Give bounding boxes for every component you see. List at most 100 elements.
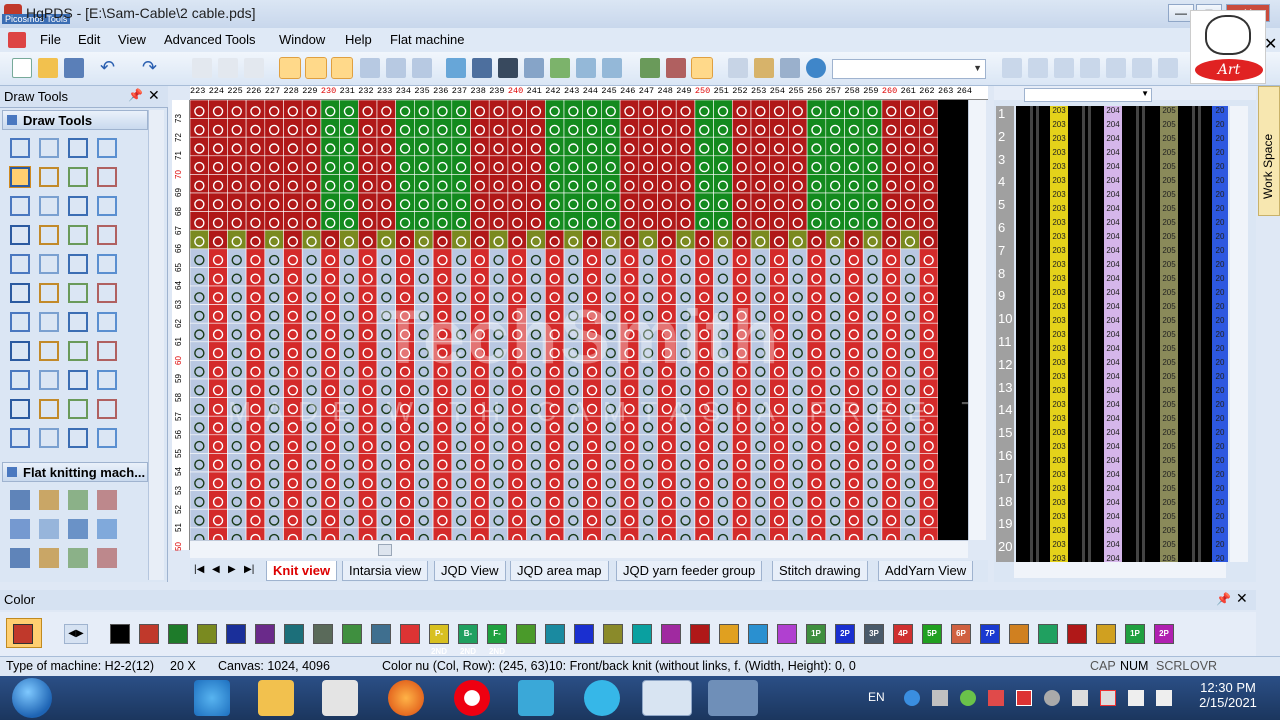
color-swatch[interactable] bbox=[632, 624, 652, 644]
draw-tool-icon[interactable] bbox=[39, 370, 59, 390]
draw-tool-icon[interactable] bbox=[68, 283, 88, 303]
knit-tool-icon[interactable] bbox=[68, 490, 88, 510]
draw-tool-icon[interactable] bbox=[68, 428, 88, 448]
color-swatch[interactable] bbox=[284, 624, 304, 644]
color-swatch[interactable]: 3P bbox=[864, 624, 884, 644]
draw-tool-icon[interactable] bbox=[10, 196, 30, 216]
language-indicator[interactable]: EN bbox=[868, 690, 885, 704]
tab-intarsia-view[interactable]: Intarsia view bbox=[342, 561, 429, 581]
canvas-vertical-scrollbar[interactable] bbox=[968, 100, 986, 540]
yarn-column[interactable]: 205 205 205 205 205 205 205 205 205 205 205 205 205 2… bbox=[1160, 106, 1178, 562]
current-color[interactable] bbox=[6, 618, 42, 648]
color-close-icon[interactable]: ✕ bbox=[1236, 590, 1248, 607]
draw-tool-icon[interactable] bbox=[68, 225, 88, 245]
color-swatch[interactable]: 1P bbox=[806, 624, 826, 644]
hqpds-task-icon[interactable] bbox=[642, 680, 692, 716]
tray-app-icon[interactable] bbox=[1072, 690, 1088, 706]
draw-tool-icon[interactable] bbox=[10, 341, 30, 361]
toolbar-combo[interactable] bbox=[832, 59, 986, 79]
paste-icon[interactable] bbox=[244, 58, 264, 78]
knit-tool-icon[interactable] bbox=[39, 519, 59, 539]
draw-tool-icon[interactable] bbox=[39, 312, 59, 332]
menu-flat-machine[interactable]: Flat machine bbox=[390, 32, 464, 47]
tab-jqd-view[interactable]: JQD View bbox=[434, 561, 506, 581]
chart-icon[interactable] bbox=[550, 58, 570, 78]
draw-tool-icon[interactable] bbox=[39, 283, 59, 303]
knit-tool-icon[interactable] bbox=[97, 548, 117, 568]
color-swatch[interactable] bbox=[603, 624, 623, 644]
tab-jqd-area-map[interactable]: JQD area map bbox=[510, 561, 609, 581]
draw-tool-icon[interactable] bbox=[68, 312, 88, 332]
carriage-icon[interactable] bbox=[602, 58, 622, 78]
document-icon[interactable] bbox=[8, 32, 26, 48]
knit-tool-icon[interactable] bbox=[97, 490, 117, 510]
width-icon[interactable] bbox=[1028, 58, 1048, 78]
color-swatch[interactable] bbox=[1096, 624, 1116, 644]
color-swatch[interactable]: 5P bbox=[922, 624, 942, 644]
panel-close-icon[interactable]: ✕ bbox=[148, 87, 160, 104]
group-draw-tools[interactable]: Draw Tools bbox=[2, 110, 148, 130]
open-folder-icon[interactable] bbox=[38, 58, 58, 78]
ie-icon[interactable] bbox=[194, 680, 230, 716]
color-swatch[interactable] bbox=[342, 624, 362, 644]
knit-tool-icon[interactable] bbox=[68, 548, 88, 568]
draw-tool-icon[interactable] bbox=[97, 370, 117, 390]
app-icon[interactable] bbox=[584, 680, 620, 716]
tray-app-icon[interactable] bbox=[960, 690, 976, 706]
adjust-icon[interactable] bbox=[1080, 58, 1100, 78]
color-swatch[interactable] bbox=[719, 624, 739, 644]
color-swatch[interactable] bbox=[574, 624, 594, 644]
h-tool-icon[interactable] bbox=[498, 58, 518, 78]
color-swatch[interactable]: 4P bbox=[893, 624, 913, 644]
camera-icon[interactable] bbox=[708, 680, 758, 716]
draw-tool-icon[interactable] bbox=[10, 254, 30, 274]
transfer-icon[interactable] bbox=[1132, 58, 1152, 78]
draw-tool-icon[interactable] bbox=[97, 428, 117, 448]
group-flat-knitting[interactable]: Flat knitting mach... bbox=[2, 462, 148, 482]
volume-icon[interactable] bbox=[932, 690, 948, 706]
draw-tool-icon[interactable] bbox=[68, 370, 88, 390]
yarn-column[interactable]: 204 204 204 204 204 204 204 204 204 204 204 204 204 2… bbox=[1104, 106, 1122, 562]
yarn-panel-combo[interactable] bbox=[1024, 88, 1152, 102]
draw-tool-icon[interactable] bbox=[39, 341, 59, 361]
draw-tool-icon[interactable] bbox=[9, 166, 31, 188]
list-icon[interactable] bbox=[728, 58, 748, 78]
tab-addyarn-view[interactable]: AddYarn View bbox=[878, 561, 974, 581]
move-icon[interactable] bbox=[360, 58, 380, 78]
draw-tool-icon[interactable] bbox=[97, 138, 117, 158]
knit-tool-icon[interactable] bbox=[10, 490, 30, 510]
new-file-icon[interactable] bbox=[12, 58, 32, 78]
globe-icon[interactable] bbox=[806, 58, 826, 78]
draw-tool-icon[interactable] bbox=[39, 167, 59, 187]
color-swatch[interactable] bbox=[748, 624, 768, 644]
speaker-icon[interactable] bbox=[1156, 690, 1172, 706]
pin-icon[interactable]: 📌 bbox=[1216, 592, 1231, 606]
menu-help[interactable]: Help bbox=[345, 32, 372, 47]
menu-advanced-tools[interactable]: Advanced Tools bbox=[164, 32, 256, 47]
draw-tool-icon[interactable] bbox=[39, 428, 59, 448]
yarn-horizontal-scrollbar[interactable] bbox=[1014, 562, 1226, 578]
clock[interactable]: 12:30 PM 2/15/2021 bbox=[1190, 680, 1266, 710]
tray-app-icon[interactable] bbox=[1044, 690, 1060, 706]
gear-icon[interactable] bbox=[446, 58, 466, 78]
media-player-icon[interactable] bbox=[322, 680, 358, 716]
info-icon[interactable] bbox=[305, 57, 327, 79]
draw-tool-icon[interactable] bbox=[68, 196, 88, 216]
draw-tool-icon[interactable] bbox=[97, 399, 117, 419]
color-swatch[interactable]: 1P bbox=[1125, 624, 1145, 644]
yarn-column[interactable]: 20 20 20 20 20 20 20 20 20 20 20 20 20 20 20 20 20 20 20 20… bbox=[1212, 106, 1228, 562]
undo-icon[interactable]: ↶ bbox=[100, 58, 128, 78]
settings-icon[interactable] bbox=[1054, 58, 1074, 78]
menu-file[interactable]: File bbox=[40, 32, 61, 47]
knit-tool-icon[interactable] bbox=[39, 490, 59, 510]
color-swatch[interactable] bbox=[110, 624, 130, 644]
yarn-icon[interactable] bbox=[691, 57, 713, 79]
draw-tool-icon[interactable] bbox=[39, 196, 59, 216]
tab-prev-icon[interactable]: ◀ bbox=[212, 564, 220, 575]
color-swatch[interactable] bbox=[777, 624, 797, 644]
draw-tool-icon[interactable] bbox=[10, 428, 30, 448]
needle-icon[interactable] bbox=[1002, 58, 1022, 78]
firefox-icon[interactable] bbox=[388, 680, 424, 716]
redo-icon[interactable]: ↷ bbox=[142, 58, 170, 78]
edit-icon[interactable] bbox=[472, 58, 492, 78]
